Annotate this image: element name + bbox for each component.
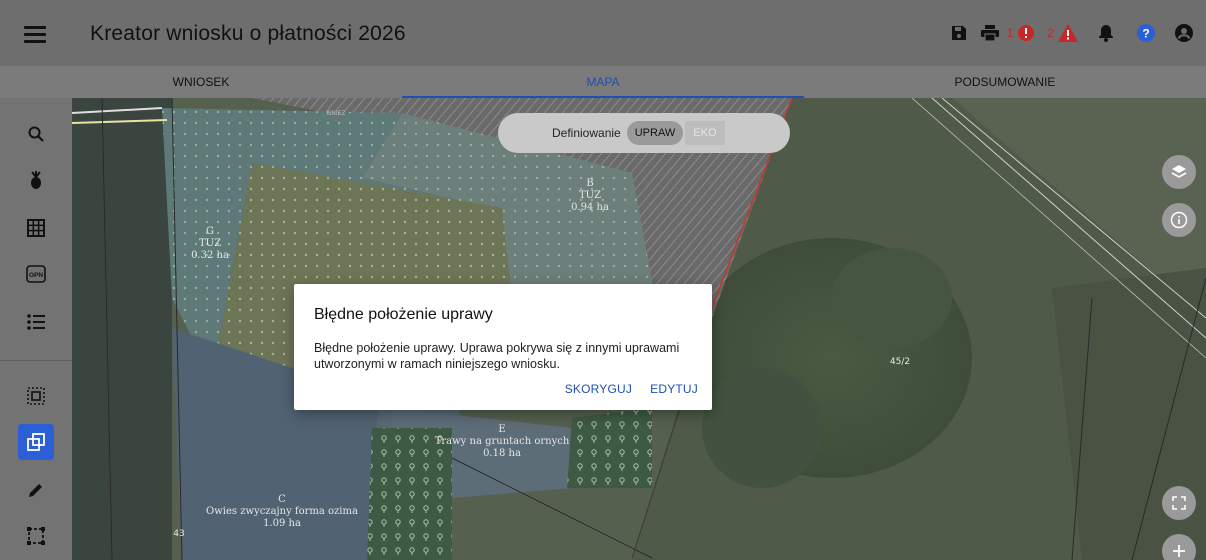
opn-icon[interactable]: OPN — [18, 256, 54, 292]
page-title: Kreator wniosku o płatności 2026 — [90, 22, 406, 45]
edit-button[interactable]: EDYTUJ — [650, 382, 698, 396]
parcel-label-45-2: 45/2 — [889, 357, 911, 367]
plus-icon — [1173, 545, 1185, 557]
left-toolbar: OPN — [0, 98, 72, 560]
bell-icon[interactable] — [1098, 20, 1114, 46]
info-button[interactable] — [1162, 203, 1196, 237]
tab-bar: WNIOSEK MAPA PODSUMOWANIE — [0, 66, 1206, 98]
save-icon[interactable] — [951, 20, 967, 46]
mode-switch-label: Definiowanie — [552, 126, 621, 140]
select-dots-icon[interactable] — [18, 378, 54, 414]
field-g-id: G — [206, 226, 214, 237]
mode-eko-button[interactable]: EKO — [685, 121, 725, 145]
error-icon[interactable] — [1017, 20, 1035, 46]
fullscreen-button[interactable] — [1162, 486, 1196, 520]
info-icon — [1170, 211, 1188, 229]
field-c-crop: Owies zwyczajny forma ozima — [206, 506, 358, 517]
mode-switch: Definiowanie UPRAW EKO — [498, 113, 790, 153]
zoom-in-button[interactable] — [1162, 534, 1196, 560]
app-header: Kreator wniosku o płatności 2026 1 2 ? — [0, 0, 1206, 66]
field-g-area: 0.32 ha — [191, 250, 229, 261]
field-c-area: 1.09 ha — [263, 518, 301, 529]
field-label-b: B TUZ 0.94 ha — [550, 178, 630, 214]
field-b-id: B — [586, 178, 594, 189]
overlap-icon[interactable] — [18, 424, 54, 460]
dialog-actions: SKORYGUJ EDYTUJ — [565, 382, 698, 396]
crop-icon[interactable] — [18, 162, 54, 198]
search-icon[interactable] — [18, 116, 54, 152]
field-label-g: G TUZ 0.32 ha — [172, 226, 248, 262]
top-actions: 1 2 ? — [951, 20, 1194, 46]
tab-podsumowanie[interactable]: PODSUMOWANIE — [804, 66, 1206, 98]
warning-count: 2 — [1047, 26, 1054, 40]
opn-text: OPN — [29, 272, 43, 279]
tab-mapa[interactable]: MAPA — [402, 66, 804, 98]
fullscreen-icon — [1172, 496, 1186, 510]
parcel-label-43: 43 — [173, 529, 185, 539]
rectangle-select-icon[interactable] — [18, 518, 54, 554]
print-icon[interactable] — [980, 20, 999, 46]
menu-icon[interactable] — [24, 26, 46, 43]
error-dialog: Błędne położenie uprawy Błędne położenie… — [294, 284, 712, 410]
warning-icon[interactable] — [1058, 20, 1078, 46]
field-b-area: 0.94 ha — [571, 202, 609, 213]
pencil-icon[interactable] — [18, 472, 54, 508]
field-b-crop: TUZ — [578, 190, 602, 201]
field-g-crop: TUZ — [198, 238, 222, 249]
account-icon[interactable] — [1174, 20, 1194, 46]
field-c-id: C — [278, 494, 286, 505]
svg-text:?: ? — [1142, 27, 1149, 41]
mode-upraw-button[interactable]: UPRAW — [626, 121, 684, 145]
dialog-title: Błędne położenie uprawy — [314, 306, 493, 323]
field-e-area: 0.18 ha — [483, 448, 521, 459]
field-e-crop: Trawy na gruntach ornych — [434, 436, 570, 447]
layers-icon — [1171, 165, 1187, 178]
error-count: 1 — [1006, 26, 1014, 40]
toolbar-divider — [0, 360, 72, 361]
fix-button[interactable]: SKORYGUJ — [565, 382, 632, 396]
field-label-c: C Owies zwyczajny forma ozima 1.09 ha — [202, 494, 362, 530]
grid-icon[interactable] — [18, 210, 54, 246]
help-icon[interactable]: ? — [1136, 20, 1156, 46]
tab-wniosek[interactable]: WNIOSEK — [0, 66, 402, 98]
dialog-message: Błędne położenie uprawy. Uprawa pokrywa … — [314, 341, 680, 371]
list-icon[interactable] — [18, 304, 54, 340]
field-e-id: E — [498, 424, 506, 435]
parcel-label-top: GNIEZ — [326, 110, 346, 117]
field-label-e: E Trawy na gruntach ornych 0.18 ha — [427, 424, 577, 460]
layers-button[interactable] — [1162, 155, 1196, 189]
